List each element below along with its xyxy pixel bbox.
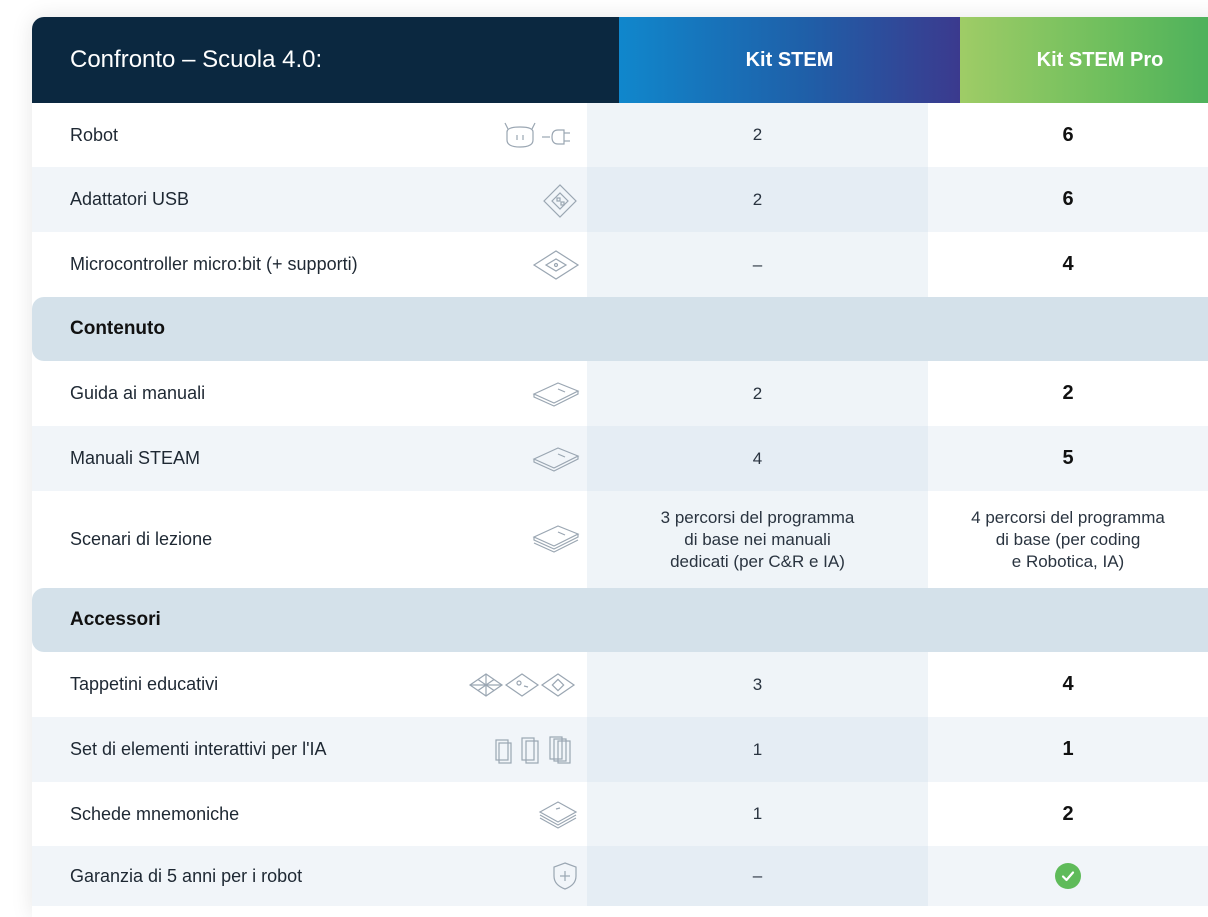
comparison-header: Confronto – Scuola 4.0: Kit STEM Kit STE… <box>32 17 1208 103</box>
kit-stem-value: 2 <box>587 103 928 167</box>
section-header-content: Contenuto <box>32 297 1208 361</box>
row-label: Adattatori USB <box>70 189 190 209</box>
kit-stem-value-line: 3 percorsi del programma <box>660 507 855 527</box>
kit-stem-pro-value: 4 <box>1062 253 1074 275</box>
kit-stem-value: – <box>587 232 928 297</box>
column-header-kit-stem-pro: Kit STEM Pro <box>960 17 1208 103</box>
row-label: Garanzia di 5 anni per i robot <box>70 865 303 886</box>
row-label: Set di elementi interattivi per l'IA <box>70 739 327 759</box>
row-label: Scenari di lezione <box>70 529 213 549</box>
comparison-title: Confronto – Scuola 4.0: <box>32 17 619 103</box>
kit-stem-value: 4 <box>587 426 928 491</box>
kit-stem-pro-value: 4 <box>1062 673 1074 695</box>
kit-stem-value: 1 <box>587 717 928 782</box>
table-row-ai-interactive-set: Set di elementi interattivi per l'IA 1 1 <box>32 717 1208 782</box>
table-row-warranty: Garanzia di 5 anni per i robot – <box>32 846 1208 906</box>
robot-icon <box>500 103 580 167</box>
kit-stem-pro-value: 6 <box>1062 188 1074 210</box>
table-row-lesson-scenarios: Scenari di lezione 3 percorsi del progra… <box>32 491 1208 588</box>
column-header-kit-stem: Kit STEM <box>619 17 960 103</box>
kit-stem-value: 3 percorsi del programma di base nei man… <box>587 491 928 588</box>
row-label: Manuali STEAM <box>70 448 201 468</box>
flashcards-icon <box>536 782 580 846</box>
kit-stem-pro-value: 4 percorsi del programma di base (per co… <box>928 491 1208 588</box>
table-row-robot: Robot 2 6 <box>32 103 1208 167</box>
kit-stem-pro-value: 6 <box>1062 123 1074 146</box>
row-label: Guida ai manuali <box>70 383 206 403</box>
kit-stem-pro-value: 2 <box>1062 802 1074 825</box>
kit-stem-pro-value <box>928 846 1208 906</box>
kit-stem-pro-value-line: di base (per coding <box>995 529 1141 549</box>
mats-icon <box>468 652 580 717</box>
table-row-manual-guide: Guida ai manuali 2 2 <box>32 361 1208 426</box>
check-icon <box>1055 863 1081 889</box>
cards-icon <box>490 717 580 782</box>
kit-stem-pro-value: 2 <box>1062 382 1074 404</box>
table-row-usb-adapters: Adattatori USB 2 6 <box>32 167 1208 232</box>
kit-stem-pro-value: 1 <box>1062 738 1074 760</box>
kit-stem-value: 1 <box>587 782 928 846</box>
kit-stem-pro-value-line: 4 percorsi del programma <box>971 507 1165 527</box>
kit-stem-value: 3 <box>587 652 928 717</box>
book-icon <box>532 426 580 491</box>
kit-stem-pro-value-line: e Robotica, IA) <box>1011 551 1125 571</box>
shield-icon <box>550 846 580 906</box>
section-header-accessories: Accessori <box>32 588 1208 652</box>
usb-adapter-icon <box>540 167 580 232</box>
section-title: Contenuto <box>70 318 165 339</box>
row-label: Robot <box>70 124 119 145</box>
row-label: Tappetini educativi <box>70 674 219 694</box>
kit-stem-value: – <box>587 846 928 906</box>
book-icon <box>532 361 580 426</box>
table-row-flashcards: Schede mnemoniche 1 2 <box>32 782 1208 846</box>
kit-stem-value-line: dedicati (per C&R e IA) <box>670 551 845 571</box>
section-title: Accessori <box>70 609 161 630</box>
kit-stem-value: 2 <box>587 361 928 426</box>
book-stack-icon <box>532 491 580 588</box>
kit-stem-value-line: di base nei manuali <box>684 529 831 549</box>
kit-stem-value: 2 <box>587 167 928 232</box>
row-label: Schede mnemoniche <box>70 803 240 824</box>
kit-stem-pro-value: 5 <box>1062 447 1074 469</box>
microcontroller-icon <box>532 232 580 297</box>
table-row-microcontroller: Microcontroller micro:bit (+ supporti) –… <box>32 232 1208 297</box>
table-row-steam-manuals: Manuali STEAM 4 5 <box>32 426 1208 491</box>
row-label: Microcontroller micro:bit (+ supporti) <box>70 254 358 274</box>
table-row-educational-mats: Tappetini educativi 3 4 <box>32 652 1208 717</box>
